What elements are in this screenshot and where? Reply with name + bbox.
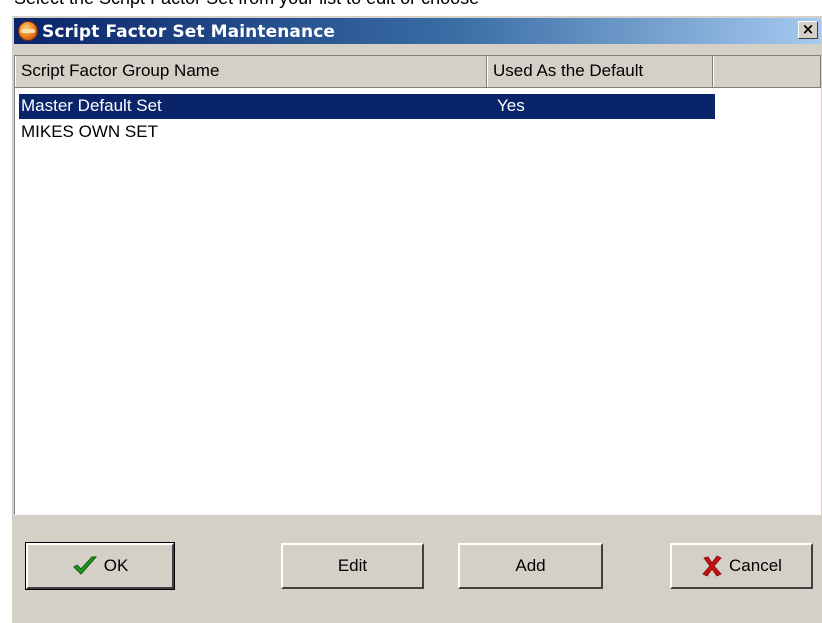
list-header: Script Factor Group Name Used As the Def… — [15, 56, 821, 88]
script-factor-list[interactable]: Script Factor Group Name Used As the Def… — [14, 55, 821, 515]
title-bar[interactable]: Script Factor Set Maintenance × — [14, 18, 821, 44]
ok-button[interactable]: OK — [25, 542, 175, 590]
row-name: MIKES OWN SET — [21, 122, 158, 141]
dialog-window: Script Factor Set Maintenance × Script F… — [11, 15, 822, 623]
row-name: Master Default Set — [21, 96, 162, 115]
instruction-text: Select the Script Factor Set from your l… — [14, 0, 479, 8]
edit-button[interactable]: Edit — [281, 543, 424, 589]
x-icon — [701, 555, 723, 577]
cancel-button[interactable]: Cancel — [670, 543, 813, 589]
list-row-mikes-own-set[interactable]: MIKES OWN SET — [19, 120, 715, 145]
app-icon — [19, 22, 37, 40]
list-row-master-default-set[interactable]: Master Default Set Yes — [19, 94, 715, 119]
window-title: Script Factor Set Maintenance — [42, 22, 335, 42]
column-header-used-as-default[interactable]: Used As the Default — [487, 56, 713, 87]
row-default: Yes — [497, 96, 525, 115]
add-button[interactable]: Add — [458, 543, 603, 589]
edit-label: Edit — [337, 556, 368, 575]
screen: Select the Script Factor Set from your l… — [0, 0, 822, 623]
check-icon — [72, 555, 98, 577]
column-header-group-name[interactable]: Script Factor Group Name — [15, 56, 487, 87]
ok-label: OK — [103, 556, 129, 575]
close-icon: × — [801, 20, 815, 38]
column-header-empty[interactable] — [713, 56, 821, 87]
close-button[interactable]: × — [798, 21, 818, 39]
cancel-label: Cancel — [729, 556, 782, 575]
add-label: Add — [515, 556, 546, 575]
